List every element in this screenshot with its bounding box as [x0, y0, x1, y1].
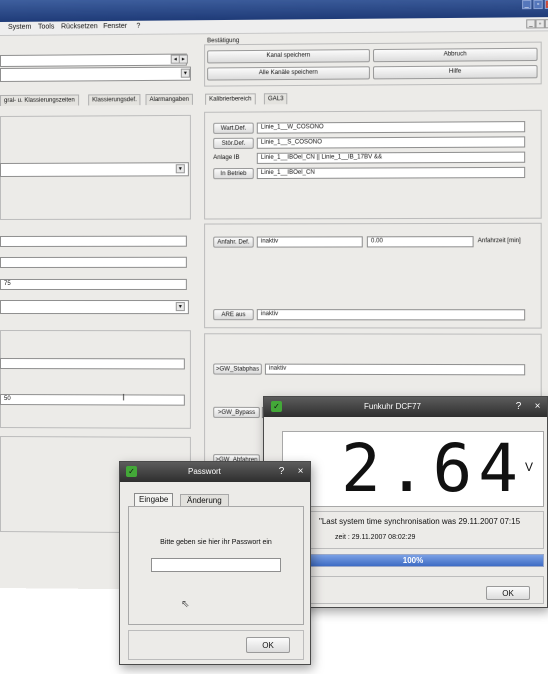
- help-icon[interactable]: ?: [509, 397, 528, 417]
- help-icon[interactable]: ?: [272, 462, 291, 482]
- are-off-field[interactable]: inaktiv: [256, 309, 526, 321]
- gw-bypass-button[interactable]: >GW_Bypass: [213, 406, 260, 419]
- mdi-minimize-icon[interactable]: _: [526, 19, 536, 29]
- password-title: Passwort: [188, 467, 221, 476]
- left-select[interactable]: [0, 162, 189, 177]
- tab-gal3[interactable]: GAL3: [263, 93, 288, 105]
- save-all-channels-button[interactable]: Alle Kanäle speichern: [207, 66, 370, 81]
- time-line: zeit : 29.11.2007 08:02:29: [335, 534, 416, 541]
- menu-system[interactable]: System: [8, 24, 31, 31]
- funkuhr-ok-button[interactable]: OK: [486, 586, 530, 600]
- gw-stabphase-button[interactable]: >GW_Stabphas: [213, 363, 262, 375]
- menu-window[interactable]: Fenster: [103, 23, 127, 30]
- fault-def-button[interactable]: Stör.Def.: [213, 137, 254, 149]
- left-group-middle: [0, 330, 191, 429]
- are-off-button[interactable]: ARE aus: [213, 309, 254, 321]
- in-operation-field[interactable]: Linie_1__IBOel_CN: [256, 166, 526, 180]
- minimize-icon[interactable]: _: [522, 0, 532, 10]
- restore-icon[interactable]: ▫: [533, 0, 543, 10]
- menu-reset[interactable]: Rücksetzen: [61, 23, 98, 30]
- left-field-4[interactable]: [0, 358, 185, 370]
- tab-input[interactable]: Eingabe: [134, 493, 174, 506]
- left-field-1[interactable]: [0, 235, 187, 247]
- save-channel-button[interactable]: Kanal speichern: [207, 49, 370, 64]
- menu-help[interactable]: ?: [136, 23, 140, 30]
- channel-selector[interactable]: [0, 53, 187, 67]
- left-select-2[interactable]: [0, 300, 189, 315]
- app-icon: ✓: [126, 466, 137, 477]
- close-icon[interactable]: ×: [528, 397, 547, 417]
- maintenance-def-field[interactable]: Linie_1__W_COSONO: [256, 121, 526, 134]
- left-field-3[interactable]: 75: [0, 278, 187, 290]
- confirm-group-label: Bestätigung: [206, 38, 241, 45]
- tab-calibration[interactable]: Kalibrierbereich: [205, 93, 256, 105]
- display-panel: 2.64 V: [282, 431, 544, 507]
- abort-button[interactable]: Abbruch: [372, 47, 538, 63]
- tab-alarms[interactable]: Alarmangaben: [145, 93, 193, 106]
- progress-label: 100%: [402, 556, 424, 565]
- close-icon[interactable]: ×: [291, 462, 310, 482]
- sync-progress-bar: 100%: [282, 554, 544, 567]
- pointer-cursor-icon: ⇖: [181, 599, 190, 610]
- chevron-down-icon[interactable]: ▾: [175, 164, 185, 174]
- value-display: 2.64: [341, 430, 524, 507]
- password-title-bar: ✓ Passwort ? ×: [120, 462, 310, 482]
- arrow-right-icon[interactable]: ▸: [178, 54, 188, 64]
- fault-def-field[interactable]: Linie_1__S_COSONO: [256, 136, 526, 149]
- tab-class-def[interactable]: Klassierungsdef.: [88, 94, 141, 106]
- mode-select[interactable]: [0, 66, 191, 82]
- funkuhr-title: Funkuhr DCF77: [364, 402, 421, 411]
- startup-def-button[interactable]: Anfahr. Def.: [213, 236, 254, 248]
- tab-class-times[interactable]: gral- u. Klassierungszeiten: [0, 94, 79, 106]
- unit-label: V: [525, 460, 534, 474]
- help-button[interactable]: Hilfe: [372, 65, 538, 80]
- text-cursor-icon: I: [122, 392, 125, 403]
- startup-time-field[interactable]: 0.00: [366, 236, 474, 248]
- password-input[interactable]: [151, 558, 281, 572]
- app-icon: ✓: [271, 401, 282, 412]
- password-ok-button[interactable]: OK: [246, 637, 290, 653]
- chevron-down-icon[interactable]: ▾: [175, 302, 185, 312]
- left-field-2[interactable]: [0, 256, 187, 268]
- funkuhr-title-bar: ✓ Funkuhr DCF77 ? ×: [264, 397, 547, 417]
- startup-time-label: Anfahrzeit [min]: [477, 238, 521, 245]
- plant-ib-label: Anlage IB: [213, 154, 240, 162]
- maintenance-def-button[interactable]: Wart.Def.: [213, 122, 254, 134]
- gw-stabphase-field[interactable]: inaktiv: [264, 363, 526, 376]
- input-tab-panel: Bitte geben sie hier ihr Passwort ein ⇖: [128, 506, 304, 625]
- tab-change[interactable]: Änderung: [180, 494, 229, 506]
- plant-ib-field[interactable]: Linie_1__IBOel_CN || Linie_1__IB_17BV &&: [256, 151, 526, 164]
- password-dialog: ✓ Passwort ? × Eingabe Änderung Bitte ge…: [119, 461, 311, 665]
- startup-def-field[interactable]: inaktiv: [256, 236, 363, 248]
- chevron-down-icon[interactable]: ▾: [180, 68, 190, 78]
- sync-info-panel: "Last system time synchronisation was 29…: [282, 511, 544, 549]
- password-prompt: Bitte geben sie hier ihr Passwort ein: [160, 539, 272, 546]
- left-field-5[interactable]: 50: [0, 394, 185, 406]
- menu-tools[interactable]: Tools: [38, 24, 54, 31]
- sync-line: "Last system time synchronisation was 29…: [319, 517, 521, 526]
- in-operation-button[interactable]: In Betrieb: [213, 167, 254, 180]
- mdi-restore-icon[interactable]: ▫: [535, 19, 545, 29]
